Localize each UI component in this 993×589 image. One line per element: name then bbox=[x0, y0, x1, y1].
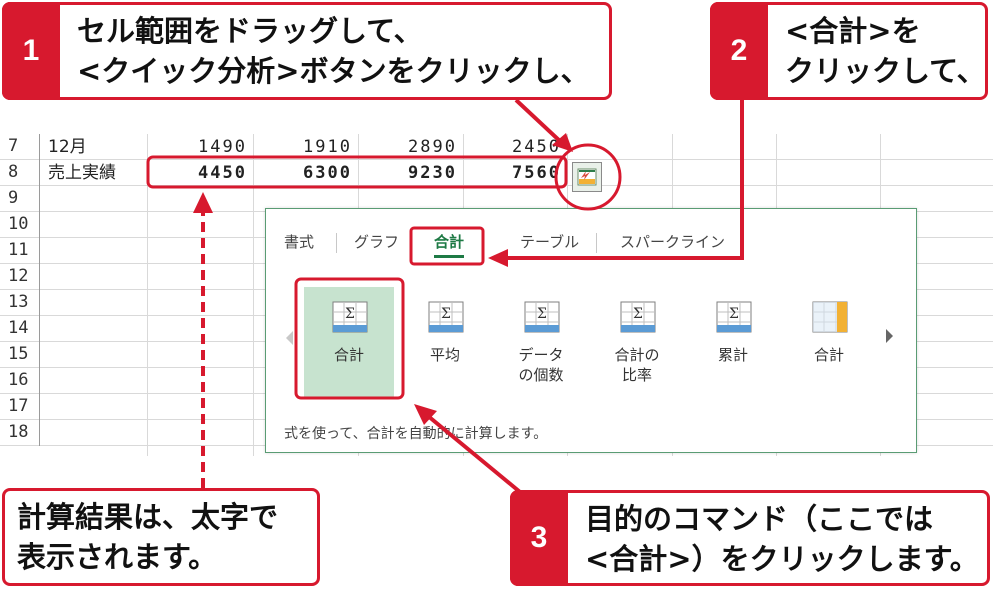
svg-text:Σ: Σ bbox=[345, 306, 355, 322]
average-button[interactable]: Σ 平均 bbox=[400, 287, 490, 397]
callout-line: 表示されます。 bbox=[17, 540, 218, 574]
callout-line: <合計>）をクリックします。 bbox=[585, 542, 979, 576]
row-header[interactable]: 11 bbox=[0, 238, 40, 264]
panel-description: 式を使って、合計を自動的に計算します。 bbox=[284, 426, 548, 442]
percent-total-icon: Σ bbox=[620, 301, 656, 333]
svg-text:Σ: Σ bbox=[537, 306, 547, 322]
callout-line: クリックして、 bbox=[785, 54, 986, 88]
callout-text: セル範囲をドラッグして、 <クイック分析>ボタンをクリックし、 bbox=[77, 11, 601, 91]
row-header[interactable]: 17 bbox=[0, 394, 40, 420]
sum-row-icon: Σ bbox=[332, 301, 368, 333]
cell-total-bold[interactable]: 7560 bbox=[463, 160, 567, 186]
tab-charts[interactable]: グラフ bbox=[354, 231, 399, 252]
callout-note: 計算結果は、太字で 表示されます。 bbox=[2, 488, 320, 586]
row-header[interactable]: 8 bbox=[0, 160, 40, 186]
svg-text:Σ: Σ bbox=[729, 306, 739, 322]
callout-line: <合計>を bbox=[785, 14, 921, 48]
row-header[interactable]: 14 bbox=[0, 316, 40, 342]
row-header[interactable]: 7 bbox=[0, 134, 40, 160]
tab-tables[interactable]: テーブル bbox=[520, 231, 579, 252]
step-badge: 3 bbox=[510, 490, 568, 586]
sum-column-icon bbox=[812, 301, 848, 333]
callout-step-3: 3 目的のコマンド（ここでは <合計>）をクリックします。 bbox=[510, 490, 990, 586]
average-icon: Σ bbox=[428, 301, 464, 333]
cell-value[interactable]: 2890 bbox=[358, 134, 463, 160]
quick-analysis-panel: 書式 グラフ 合計 テーブル スパークライン Σ 合計 Σ 平均 Σ データ の… bbox=[265, 208, 917, 453]
row-header[interactable]: 12 bbox=[0, 264, 40, 290]
cell-value[interactable]: 1910 bbox=[253, 134, 358, 160]
item-label: 合計 bbox=[333, 346, 364, 364]
cell-value[interactable]: 2450 bbox=[463, 134, 567, 160]
callout-text: <合計>を クリックして、 bbox=[785, 11, 986, 91]
callout-line: <クイック分析>ボタンをクリックし、 bbox=[77, 54, 590, 88]
item-label: 累計 bbox=[717, 346, 748, 364]
item-label: データ の個数 bbox=[518, 346, 564, 384]
callout-line: セル範囲をドラッグして、 bbox=[77, 14, 423, 48]
callout-step-2: 2 <合計>を クリックして、 bbox=[710, 2, 988, 100]
tab-formatting[interactable]: 書式 bbox=[284, 231, 314, 252]
running-total-icon: Σ bbox=[716, 301, 752, 333]
step-badge: 1 bbox=[2, 2, 60, 100]
row-header[interactable]: 18 bbox=[0, 420, 40, 446]
sheet-row-7[interactable]: 7 12月 1490 1910 2890 2450 bbox=[0, 134, 993, 160]
item-label: 合計 bbox=[813, 346, 844, 364]
cell-total-bold[interactable]: 4450 bbox=[147, 160, 253, 186]
running-total-button[interactable]: Σ 累計 bbox=[688, 287, 778, 397]
scroll-left-icon[interactable] bbox=[286, 331, 293, 345]
callout-line: 計算結果は、太字で bbox=[17, 500, 279, 534]
item-label: 平均 bbox=[429, 346, 460, 364]
cell-total-bold[interactable]: 6300 bbox=[253, 160, 358, 186]
cell-total-bold[interactable]: 9230 bbox=[358, 160, 463, 186]
tab-sparklines[interactable]: スパークライン bbox=[620, 231, 725, 252]
callout-text: 目的のコマンド（ここでは <合計>）をクリックします。 bbox=[585, 499, 979, 579]
quick-analysis-button[interactable] bbox=[572, 162, 602, 192]
sum-row-button[interactable]: Σ 合計 bbox=[304, 287, 394, 397]
sum-column-button[interactable]: 合計 bbox=[784, 287, 874, 397]
svg-text:Σ: Σ bbox=[633, 306, 643, 322]
row-header[interactable]: 15 bbox=[0, 342, 40, 368]
count-button[interactable]: Σ データ の個数 bbox=[496, 287, 586, 397]
tab-separator bbox=[336, 233, 337, 253]
quick-analysis-icon bbox=[577, 168, 597, 186]
cell-label[interactable]: 12月 bbox=[44, 134, 147, 160]
callout-line: 目的のコマンド（ここでは bbox=[585, 502, 934, 536]
percent-total-button[interactable]: Σ 合計の 比率 bbox=[592, 287, 682, 397]
scroll-right-icon[interactable] bbox=[886, 329, 893, 343]
row-header[interactable]: 16 bbox=[0, 368, 40, 394]
svg-text:Σ: Σ bbox=[441, 306, 451, 322]
step-badge: 2 bbox=[710, 2, 768, 100]
cell-value[interactable]: 1490 bbox=[147, 134, 253, 160]
row-header[interactable]: 10 bbox=[0, 212, 40, 238]
tab-totals[interactable]: 合計 bbox=[434, 231, 465, 258]
row-header[interactable]: 13 bbox=[0, 290, 40, 316]
callout-text: 計算結果は、太字で 表示されます。 bbox=[17, 497, 309, 577]
count-icon: Σ bbox=[524, 301, 560, 333]
row-header[interactable]: 9 bbox=[0, 186, 40, 212]
tab-separator bbox=[596, 233, 597, 253]
callout-step-1: 1 セル範囲をドラッグして、 <クイック分析>ボタンをクリックし、 bbox=[2, 2, 612, 100]
cell-label[interactable]: 売上実績 bbox=[44, 160, 147, 186]
sheet-row-8[interactable]: 8 売上実績 4450 6300 9230 7560 bbox=[0, 160, 993, 186]
item-label: 合計の 比率 bbox=[614, 346, 660, 384]
